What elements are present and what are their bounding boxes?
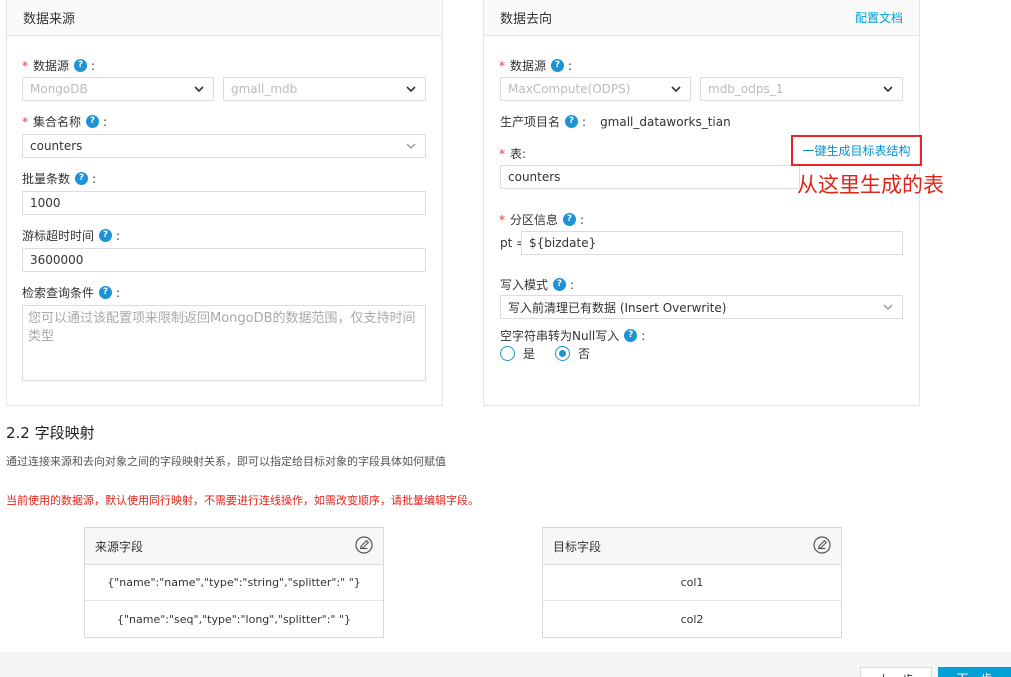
null-no-label: 否 — [578, 347, 591, 361]
target-write-mode-label: 写入模式 ?: — [500, 277, 575, 293]
source-cursor-timeout-label: 游标超时时间 ?: — [22, 228, 121, 244]
source-collection-label: * 集合名称 ?: — [22, 114, 108, 130]
help-icon[interactable]: ? — [553, 278, 567, 291]
chevron-down-icon — [404, 139, 418, 153]
source-field-table: 来源字段 {"name":"name","type":"string","spl… — [84, 527, 384, 638]
mapping-warning: 当前使用的数据源，默认使用同行映射，不需要进行连线操作，如需改变顺序，请批量编辑… — [6, 494, 479, 507]
help-icon[interactable]: ? — [75, 172, 89, 185]
target-null-label: 空字符串转为Null写入 ?: — [500, 328, 646, 344]
source-field-row[interactable]: {"name":"name","type":"string","splitter… — [85, 565, 383, 601]
help-icon[interactable]: ? — [74, 59, 88, 72]
generate-table-highlight: 一键生成目标表结构 — [791, 135, 922, 166]
edit-icon[interactable] — [813, 535, 831, 557]
null-no-radio[interactable] — [555, 346, 571, 361]
null-yes-radio[interactable] — [500, 346, 515, 361]
target-partition-input[interactable]: ${bizdate} — [521, 231, 903, 255]
help-icon[interactable]: ? — [624, 329, 638, 342]
help-icon[interactable]: ? — [99, 229, 113, 242]
required-mark: * — [499, 146, 505, 161]
null-radio-group: 是 否 — [500, 345, 590, 362]
target-panel-header: 数据去向 配置文档 — [484, 0, 919, 36]
chevron-down-icon — [881, 300, 895, 314]
target-write-mode-select[interactable]: 写入前清理已有数据 (Insert Overwrite) — [500, 295, 903, 319]
required-mark: * — [22, 58, 28, 73]
source-panel-header: 数据来源 — [7, 0, 442, 36]
help-icon[interactable]: ? — [565, 115, 579, 128]
source-panel-title: 数据来源 — [23, 12, 76, 27]
target-field-header: 目标字段 — [543, 528, 841, 565]
source-batch-label: 批量条数 ?: — [22, 171, 97, 187]
source-field-row[interactable]: {"name":"seq","type":"long","splitter":"… — [85, 601, 383, 637]
source-datasource-name-select[interactable]: gmall_mdb — [223, 77, 426, 101]
source-cursor-timeout-input[interactable]: 3600000 — [22, 248, 426, 272]
prev-step-button[interactable]: 上一步 — [860, 667, 932, 677]
mapping-description: 通过连接来源和去向对象之间的字段映射关系，即可以指定给目标对象的字段具体如何赋值 — [6, 455, 446, 468]
help-icon[interactable]: ? — [551, 59, 565, 72]
chevron-down-icon — [192, 82, 206, 96]
target-field-row[interactable]: col1 — [543, 565, 841, 601]
doc-link[interactable]: 配置文档 — [855, 9, 903, 26]
mapping-section-title: 2.2 字段映射 — [6, 424, 95, 442]
required-mark: * — [499, 58, 505, 73]
source-datasource-type-select[interactable]: MongoDB — [22, 77, 214, 101]
help-icon[interactable]: ? — [99, 286, 113, 299]
source-datasource-label: * 数据源 ?: — [22, 58, 96, 74]
target-datasource-type-select[interactable]: MaxCompute(ODPS) — [500, 77, 691, 101]
help-icon[interactable]: ? — [86, 115, 100, 128]
source-query-label: 检索查询条件 ?: — [22, 285, 121, 301]
edit-icon[interactable] — [355, 535, 373, 557]
target-panel-title: 数据去向 — [500, 12, 553, 27]
help-icon[interactable]: ? — [563, 213, 577, 226]
target-project-value: gmall_dataworks_tian — [600, 114, 731, 129]
null-yes-label: 是 — [523, 347, 536, 361]
required-mark: * — [22, 114, 28, 129]
target-field-row[interactable]: col2 — [543, 601, 841, 637]
source-collection-select[interactable]: counters — [22, 134, 426, 158]
required-mark: * — [499, 212, 505, 227]
target-field-table: 目标字段 col1 col2 — [542, 527, 842, 638]
next-step-button[interactable]: 下一步 — [938, 667, 1011, 677]
target-table-input[interactable]: counters — [500, 165, 800, 189]
target-table-label: * 表: — [499, 146, 527, 162]
chevron-down-icon — [404, 82, 418, 96]
annotation-note: 从这里生成的表 — [797, 173, 944, 197]
source-batch-input[interactable]: 1000 — [22, 191, 426, 215]
target-project-label: 生产项目名 ?: gmall_dataworks_tian — [500, 114, 731, 130]
target-partition-label: * 分区信息 ?: — [499, 212, 585, 228]
chevron-down-icon — [669, 82, 683, 96]
target-datasource-name-select[interactable]: mdb_odps_1 — [700, 77, 903, 101]
source-field-header: 来源字段 — [85, 528, 383, 565]
generate-table-link[interactable]: 一键生成目标表结构 — [802, 142, 910, 159]
chevron-down-icon — [881, 82, 895, 96]
target-datasource-label: * 数据源 ?: — [499, 58, 573, 74]
source-query-textarea[interactable]: 您可以通过该配置项来限制返回MongoDB的数据范围，仅支持时间类型 — [22, 305, 426, 381]
